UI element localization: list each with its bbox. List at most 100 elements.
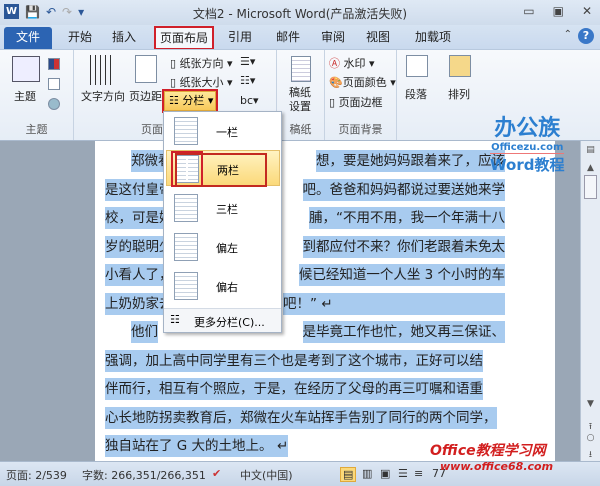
tab-references[interactable]: 引用 bbox=[220, 27, 260, 49]
menu-item-label: 两栏 bbox=[217, 164, 239, 177]
text-line[interactable]: 独自站在了 G 大的土地上。 ↵ bbox=[105, 435, 289, 457]
group-label: 稿纸 bbox=[289, 123, 312, 136]
title-bar: W 💾 ↶ ↷ ▾ 文档2 - Microsoft Word(产品激活失败) ▭… bbox=[0, 0, 600, 25]
paragraph-button[interactable]: 段落 bbox=[405, 86, 427, 102]
close-button[interactable]: ✕ bbox=[582, 4, 592, 18]
page-background-group: Ⓐ 水印 ▾ 🎨页面颜色 ▾ ▯ 页面边框 页面背景 bbox=[325, 50, 397, 140]
ribbon-tabs: 文件 开始 插入 页面布局 引用 邮件 审阅 视图 加载项 bbox=[0, 25, 600, 50]
margins-icon[interactable] bbox=[135, 55, 157, 83]
text-line[interactable]: 强调，加上高中同学里有三个也是考到了这个城市，正好可以结 bbox=[105, 349, 483, 372]
draft-settings-button[interactable]: 稿纸设置 bbox=[289, 86, 315, 114]
page-count[interactable]: 页面: 2/539 bbox=[6, 467, 67, 483]
hyphenation-icon[interactable]: bc▾ bbox=[240, 94, 259, 107]
browse-object-icon[interactable]: ○ bbox=[584, 433, 597, 443]
word-count[interactable]: 字数: 266,351/266,351 bbox=[82, 467, 206, 483]
scroll-thumb[interactable] bbox=[584, 175, 597, 199]
three-columns-icon bbox=[174, 194, 198, 222]
text-line-left[interactable]: 他们 bbox=[131, 321, 158, 343]
columns-label: 分栏 bbox=[182, 94, 205, 107]
columns-icon: ☷ bbox=[170, 313, 180, 326]
draft-group: 稿纸设置 稿纸 bbox=[277, 50, 325, 140]
scroll-down-arrow[interactable]: ▼ bbox=[584, 399, 597, 409]
menu-item-right[interactable]: 偏右 bbox=[166, 268, 280, 304]
theme-colors-icon[interactable] bbox=[48, 58, 60, 70]
arrange-button[interactable]: 排列 bbox=[448, 86, 470, 102]
themes-icon[interactable] bbox=[12, 56, 40, 82]
zoom-level[interactable]: 77 bbox=[432, 467, 446, 480]
tab-view[interactable]: 视图 bbox=[358, 27, 398, 49]
size-button[interactable]: ▯ 纸张大小 ▾ bbox=[170, 74, 233, 90]
watermark-label: 水印 bbox=[343, 57, 366, 70]
collapse-ribbon-icon[interactable]: ⌃ bbox=[564, 29, 572, 40]
restore-button[interactable]: ▣ bbox=[553, 4, 564, 18]
tab-home[interactable]: 开始 bbox=[60, 27, 100, 49]
draft-paper-icon[interactable] bbox=[291, 56, 311, 82]
text-direction-icon[interactable] bbox=[90, 55, 112, 85]
page-color-label: 页面颜色 bbox=[342, 76, 387, 89]
tab-mailings[interactable]: 邮件 bbox=[268, 27, 308, 49]
draft-view-icon[interactable]: ≡ bbox=[414, 467, 423, 480]
columns-button[interactable]: ☷ 分栏 ▾ bbox=[162, 89, 218, 113]
menu-item-label: 偏左 bbox=[216, 242, 238, 255]
arrange-group[interactable]: 排列 bbox=[440, 50, 480, 140]
text-line-right[interactable]: 想，要是她妈妈跟着来了，应该 bbox=[316, 150, 505, 172]
themes-button[interactable]: 主题 bbox=[14, 88, 36, 104]
tab-review[interactable]: 审阅 bbox=[313, 27, 353, 49]
menu-item-label: 偏右 bbox=[216, 281, 238, 294]
arrange-icon bbox=[449, 55, 471, 77]
menu-item-label: 一栏 bbox=[216, 126, 238, 139]
text-direction-button[interactable]: 文字方向 bbox=[81, 88, 125, 104]
ribbon: 主题 主题 文字方向 页边距 ▯ 纸张方向 ▾ ▯ 纸张大小 ▾ ☰▾ ☷▾ b… bbox=[0, 49, 600, 141]
group-label: 页面背景 bbox=[338, 123, 383, 136]
text-line-right[interactable]: 脯，“不用不用，我一个年满十八 bbox=[309, 207, 505, 229]
more-columns-label: 更多分栏(C)... bbox=[194, 316, 265, 329]
vertical-scrollbar[interactable]: ▤ ▲ ▼ ⭱ ○ ⭳ bbox=[580, 141, 600, 462]
margins-button[interactable]: 页边距 bbox=[129, 88, 162, 104]
breaks-icon[interactable]: ☰▾ bbox=[240, 55, 255, 68]
page-color-button[interactable]: 🎨页面颜色 ▾ bbox=[329, 74, 396, 90]
menu-item-label: 三栏 bbox=[216, 203, 238, 216]
text-line-right[interactable]: 候已经知道一个人坐 3 个小时的车 bbox=[298, 264, 505, 286]
tab-addins[interactable]: 加载项 bbox=[408, 27, 458, 49]
orientation-label: 纸张方向 bbox=[179, 57, 224, 70]
print-layout-view-icon[interactable]: ▤ bbox=[340, 467, 357, 482]
text-line-right[interactable]: 到都应付不来？你们老跟着未免太 bbox=[302, 235, 505, 258]
full-screen-view-icon[interactable]: ▥ bbox=[362, 467, 372, 480]
paragraph-group[interactable]: 段落 bbox=[397, 50, 437, 140]
paragraph-icon bbox=[406, 55, 428, 77]
status-bar: 页面: 2/539 字数: 266,351/266,351 ✔ 中文(中国) ▤… bbox=[0, 461, 600, 486]
tab-insert[interactable]: 插入 bbox=[104, 27, 144, 49]
theme-effects-icon[interactable] bbox=[48, 98, 60, 110]
text-line[interactable]: 心长地防拐卖教育后，郑微在火车站挥手告别了同行的两个同学， bbox=[105, 406, 497, 429]
menu-item-one-column[interactable]: 一栏 bbox=[166, 113, 280, 149]
minimize-button[interactable]: ▭ bbox=[523, 4, 534, 18]
text-line-right[interactable]: 吧。爸爸和妈妈都说过要送她来学 bbox=[302, 178, 505, 201]
columns-dropdown-menu: 一栏 两栏 三栏 偏左 偏右 ☷ 更多分栏(C)... bbox=[163, 111, 282, 333]
page-borders-button[interactable]: ▯ 页面边框 bbox=[329, 94, 383, 110]
more-columns-item[interactable]: ☷ 更多分栏(C)... bbox=[164, 308, 281, 332]
menu-item-two-columns[interactable]: 两栏 bbox=[166, 150, 280, 187]
tab-page-layout[interactable]: 页面布局 bbox=[154, 26, 214, 50]
watermark-button[interactable]: Ⓐ 水印 ▾ bbox=[329, 55, 375, 71]
text-line[interactable]: 伴而行，相互有个照应，于是，在经历了父母的再三叮嘱和语重 bbox=[105, 378, 483, 400]
orientation-button[interactable]: ▯ 纸张方向 ▾ bbox=[170, 55, 233, 71]
proofing-icon[interactable]: ✔ bbox=[212, 467, 221, 480]
theme-fonts-icon[interactable] bbox=[48, 78, 60, 90]
language[interactable]: 中文(中国) bbox=[240, 467, 293, 483]
page-borders-label: 页面边框 bbox=[338, 96, 383, 109]
text-line-right[interactable]: 是毕竟工作也忙，她又再三保证、 bbox=[302, 321, 505, 343]
help-icon[interactable]: ? bbox=[578, 28, 594, 44]
scroll-up-arrow[interactable]: ▲ bbox=[584, 163, 597, 173]
ruler-toggle-icon[interactable]: ▤ bbox=[584, 145, 597, 155]
web-layout-view-icon[interactable]: ▣ bbox=[380, 467, 390, 480]
menu-item-three-columns[interactable]: 三栏 bbox=[166, 190, 280, 226]
theme-group: 主题 主题 bbox=[0, 50, 74, 140]
right-column-icon bbox=[174, 272, 198, 300]
text-line-right[interactable]: 吧！” ↵ bbox=[283, 292, 505, 315]
tab-file[interactable]: 文件 bbox=[4, 27, 52, 49]
line-numbers-icon[interactable]: ☷▾ bbox=[240, 74, 255, 87]
outline-view-icon[interactable]: ☰ bbox=[398, 467, 408, 480]
menu-item-left[interactable]: 偏左 bbox=[166, 229, 280, 265]
group-label: 主题 bbox=[25, 123, 48, 136]
size-label: 纸张大小 bbox=[179, 76, 224, 89]
